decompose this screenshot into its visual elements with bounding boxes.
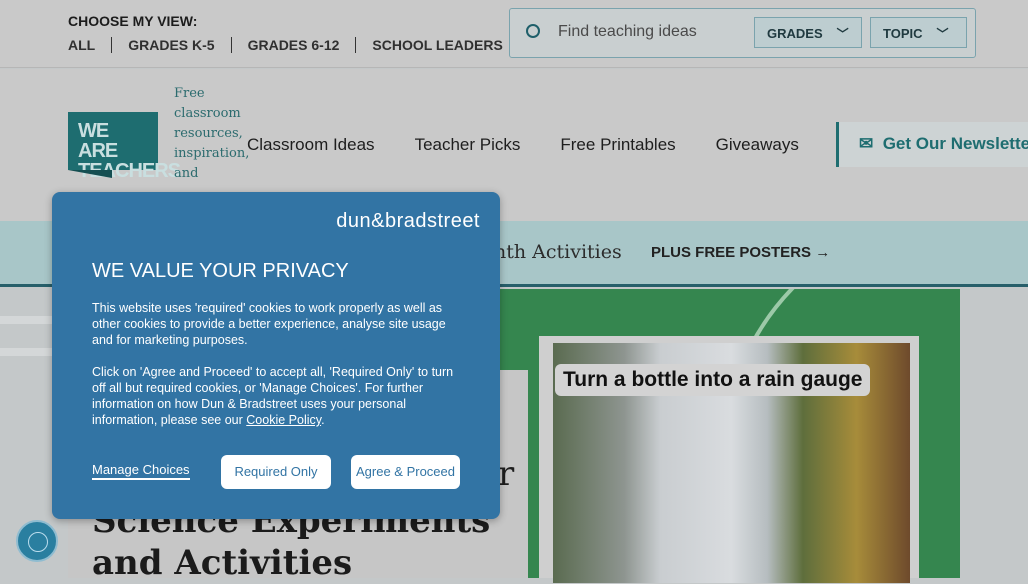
tagline: Free classroom resources, inspiration, a… — [174, 86, 250, 181]
nav-classroom-ideas[interactable]: Classroom Ideas — [247, 135, 375, 155]
privacy-title: WE VALUE YOUR PRIVACY — [92, 260, 349, 282]
image-caption: Turn a bottle into a rain gauge — [555, 364, 871, 396]
nav-teacher-picks[interactable]: Teacher Picks — [415, 135, 521, 155]
chevron-down-icon: ﹀ — [836, 27, 849, 41]
search-input[interactable]: Find teaching ideas — [558, 23, 697, 41]
top-bar: CHOOSE MY VIEW: ALL GRADES K-5 GRADES 6-… — [0, 0, 1028, 68]
newsletter-label: Get Our Newsletter — [882, 134, 1028, 153]
search-bar: Find teaching ideas GRADES ﹀ TOPIC ﹀ — [509, 8, 976, 58]
cookie-settings-icon[interactable] — [16, 520, 58, 562]
dnb-logo: dun&bradstreet — [336, 210, 480, 232]
view-grades-6-12[interactable]: GRADES 6-12 — [230, 37, 356, 53]
nav-free-printables[interactable]: Free Printables — [560, 135, 675, 155]
promo-text[interactable]: nth Activities — [494, 241, 622, 263]
manage-choices-link[interactable]: Manage Choices — [92, 462, 190, 480]
topic-dropdown[interactable]: TOPIC ﹀ — [870, 17, 967, 48]
nav-giveaways[interactable]: Giveaways — [716, 135, 799, 155]
required-only-button[interactable]: Required Only — [221, 455, 331, 489]
view-links: ALL GRADES K-5 GRADES 6-12 SCHOOL LEADER… — [68, 37, 519, 53]
choose-view-label: CHOOSE MY VIEW: — [68, 13, 198, 29]
newsletter-button[interactable]: ✉ Get Our Newsletter — [836, 122, 1028, 167]
view-grades-k5[interactable]: GRADES K-5 — [111, 37, 230, 53]
mail-icon: ✉ — [859, 134, 883, 153]
view-all[interactable]: ALL — [68, 37, 111, 53]
grades-label: GRADES — [767, 26, 823, 41]
grades-dropdown[interactable]: GRADES ﹀ — [754, 17, 862, 48]
topic-label: TOPIC — [883, 26, 923, 41]
chevron-down-icon: ﹀ — [936, 27, 949, 41]
cookie-policy-link[interactable]: Cookie Policy — [246, 413, 321, 427]
agree-proceed-button[interactable]: Agree & Proceed — [351, 455, 460, 489]
logo[interactable]: WE ARE TEACHERS — [68, 112, 181, 181]
posters-link[interactable]: PLUS FREE POSTERS → — [651, 244, 830, 261]
cookie-consent-dialog: dun&bradstreet WE VALUE YOUR PRIVACY Thi… — [52, 192, 500, 519]
title-fragment: r — [498, 454, 515, 494]
privacy-text-2: Click on 'Agree and Proceed' to accept a… — [92, 365, 454, 427]
search-icon — [526, 24, 540, 38]
view-school-leaders[interactable]: SCHOOL LEADERS — [355, 37, 518, 53]
privacy-text-1: This website uses 'required' cookies to … — [92, 301, 446, 347]
